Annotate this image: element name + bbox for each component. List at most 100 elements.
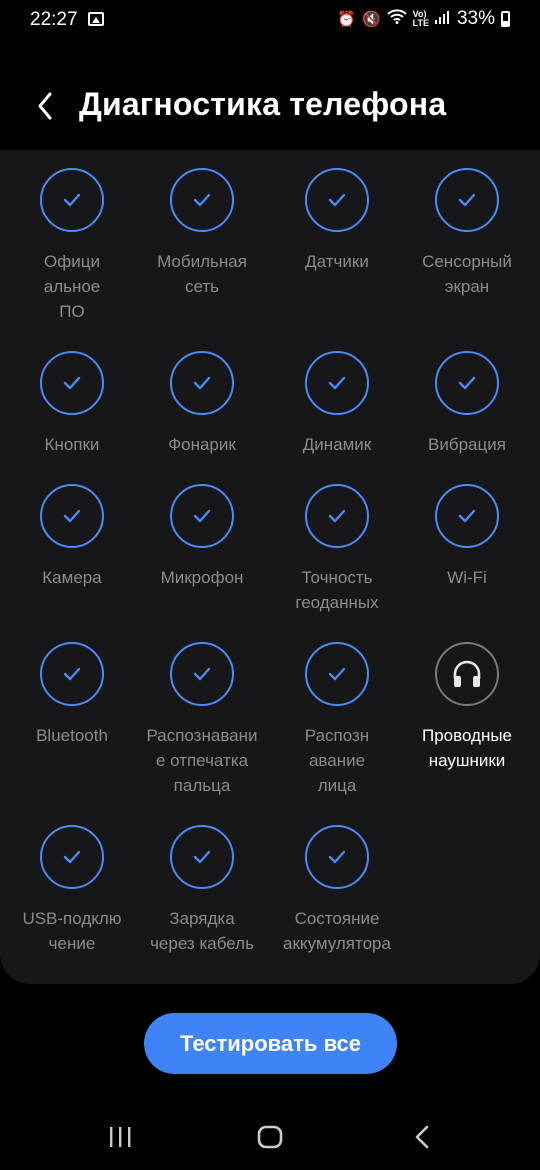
battery-percent: 33% (456, 8, 495, 29)
diagnostic-tile[interactable]: Динамик (271, 351, 403, 457)
diagnostic-tile[interactable]: Точность геоданных (271, 484, 403, 615)
check-icon (328, 667, 346, 681)
check-icon (63, 509, 81, 523)
check-icon (458, 376, 476, 390)
status-circle-passed (305, 351, 369, 415)
alarm-icon: ⏰ (337, 11, 356, 28)
check-icon (63, 850, 81, 864)
gallery-notification-icon (88, 12, 104, 26)
tile-label: Микрофон (160, 568, 244, 587)
page-title: Диагностика телефона (79, 86, 447, 122)
tile-label: Мобильная сеть (157, 252, 247, 296)
tile-label: Wi-Fi (447, 568, 487, 587)
tile-label: Bluetooth (36, 726, 108, 745)
diagnostic-tile[interactable]: Офици альное ПО (6, 168, 138, 324)
diagnostic-tile[interactable]: Bluetooth (6, 642, 138, 748)
tile-label: Состояние аккумулятора (283, 909, 391, 953)
headphones-icon (453, 660, 481, 687)
status-circle-passed (170, 484, 234, 548)
check-icon (458, 509, 476, 523)
diagnostic-tile[interactable]: USB-подклю чение (6, 825, 138, 956)
tile-label: Распознавани е отпечатка пальца (146, 726, 258, 795)
mute-icon: 🔇 (361, 11, 381, 28)
check-icon (63, 667, 81, 681)
tile-label: Точность геоданных (295, 568, 379, 612)
signal-icon (434, 8, 451, 30)
status-circle-passed (305, 825, 369, 889)
diagnostic-tile[interactable]: Вибрация (401, 351, 533, 457)
check-icon (193, 850, 211, 864)
check-icon (328, 850, 346, 864)
battery-icon (501, 11, 510, 27)
status-circle-passed (170, 642, 234, 706)
test-all-button[interactable]: Тестировать все (144, 1013, 397, 1074)
status-circle-passed (435, 168, 499, 232)
status-circle-passed (40, 351, 104, 415)
tile-label: Сенсорный экран (422, 252, 512, 296)
recent-apps-icon (110, 1127, 131, 1147)
check-icon (193, 193, 211, 207)
diagnostic-tile[interactable]: Микрофон (136, 484, 268, 590)
status-bar: 22:27 ⏰ 🔇 Vo) LTE 33% (0, 0, 540, 40)
check-icon (193, 509, 211, 523)
tile-label: Зарядка через кабель (150, 909, 254, 953)
tile-label: Распозн авание лица (304, 726, 370, 795)
tile-label: Датчики (305, 252, 369, 271)
diagnostic-tile[interactable]: Распознавани е отпечатка пальца (136, 642, 268, 798)
tile-label: Офици альное ПО (43, 252, 101, 321)
status-circle-passed (170, 825, 234, 889)
home-button[interactable] (246, 1117, 294, 1157)
check-icon (458, 193, 476, 207)
status-circle-passed (40, 168, 104, 232)
tile-label: Кнопки (44, 435, 100, 454)
status-circle-passed (305, 484, 369, 548)
recent-apps-button[interactable] (96, 1117, 144, 1157)
check-icon (63, 376, 81, 390)
nav-back-button[interactable] (398, 1117, 446, 1157)
diagnostic-tile[interactable]: Мобильная сеть (136, 168, 268, 299)
status-icons: ⏰ 🔇 Vo) LTE 33% (337, 8, 510, 30)
diagnostic-tile[interactable]: Состояние аккумулятора (271, 825, 403, 956)
status-time: 22:27 (30, 9, 78, 30)
back-button[interactable] (30, 88, 60, 124)
diagnostic-tile[interactable]: Распозн авание лица (271, 642, 403, 798)
check-icon (328, 193, 346, 207)
status-circle-passed (170, 351, 234, 415)
check-icon (63, 193, 81, 207)
diagnostics-panel: Офици альное ПО Мобильная сеть Датчики Сенс… (0, 150, 540, 984)
check-icon (193, 667, 211, 681)
status-circle-passed (305, 642, 369, 706)
navigation-bar (0, 1105, 540, 1170)
check-icon (328, 509, 346, 523)
diagnostic-tile[interactable]: Датчики (271, 168, 403, 274)
status-circle-passed (305, 168, 369, 232)
app-header: Диагностика телефона (0, 70, 540, 140)
diagnostic-tile[interactable]: Кнопки (6, 351, 138, 457)
tile-label: Динамик (302, 435, 372, 454)
tile-label: Фонарик (168, 435, 236, 454)
tile-label: USB-подклю чение (22, 909, 122, 953)
diagnostic-tile[interactable]: Проводные наушники (401, 642, 533, 773)
diagnostic-tile[interactable]: Камера (6, 484, 138, 590)
diagnostic-tile[interactable]: Сенсорный экран (401, 168, 533, 299)
status-circle-passed (170, 168, 234, 232)
check-icon (328, 376, 346, 390)
diagnostic-tile[interactable]: Фонарик (136, 351, 268, 457)
status-circle-passed (40, 642, 104, 706)
status-circle-passed (40, 825, 104, 889)
status-circle-passed (435, 484, 499, 548)
status-circle-untested (435, 642, 499, 706)
check-icon (193, 376, 211, 390)
status-circle-passed (40, 484, 104, 548)
tile-label: Камера (42, 568, 102, 587)
home-icon (257, 1125, 283, 1149)
tile-label: Проводные наушники (421, 726, 513, 770)
status-circle-passed (435, 351, 499, 415)
chevron-left-icon (38, 92, 52, 120)
wifi-icon (386, 8, 407, 30)
back-arrow-icon (415, 1125, 429, 1149)
volte-icon: Vo) LTE (412, 9, 429, 28)
diagnostic-tile[interactable]: Wi-Fi (401, 484, 533, 590)
diagnostic-tile[interactable]: Зарядка через кабель (136, 825, 268, 956)
tile-label: Вибрация (428, 435, 506, 454)
